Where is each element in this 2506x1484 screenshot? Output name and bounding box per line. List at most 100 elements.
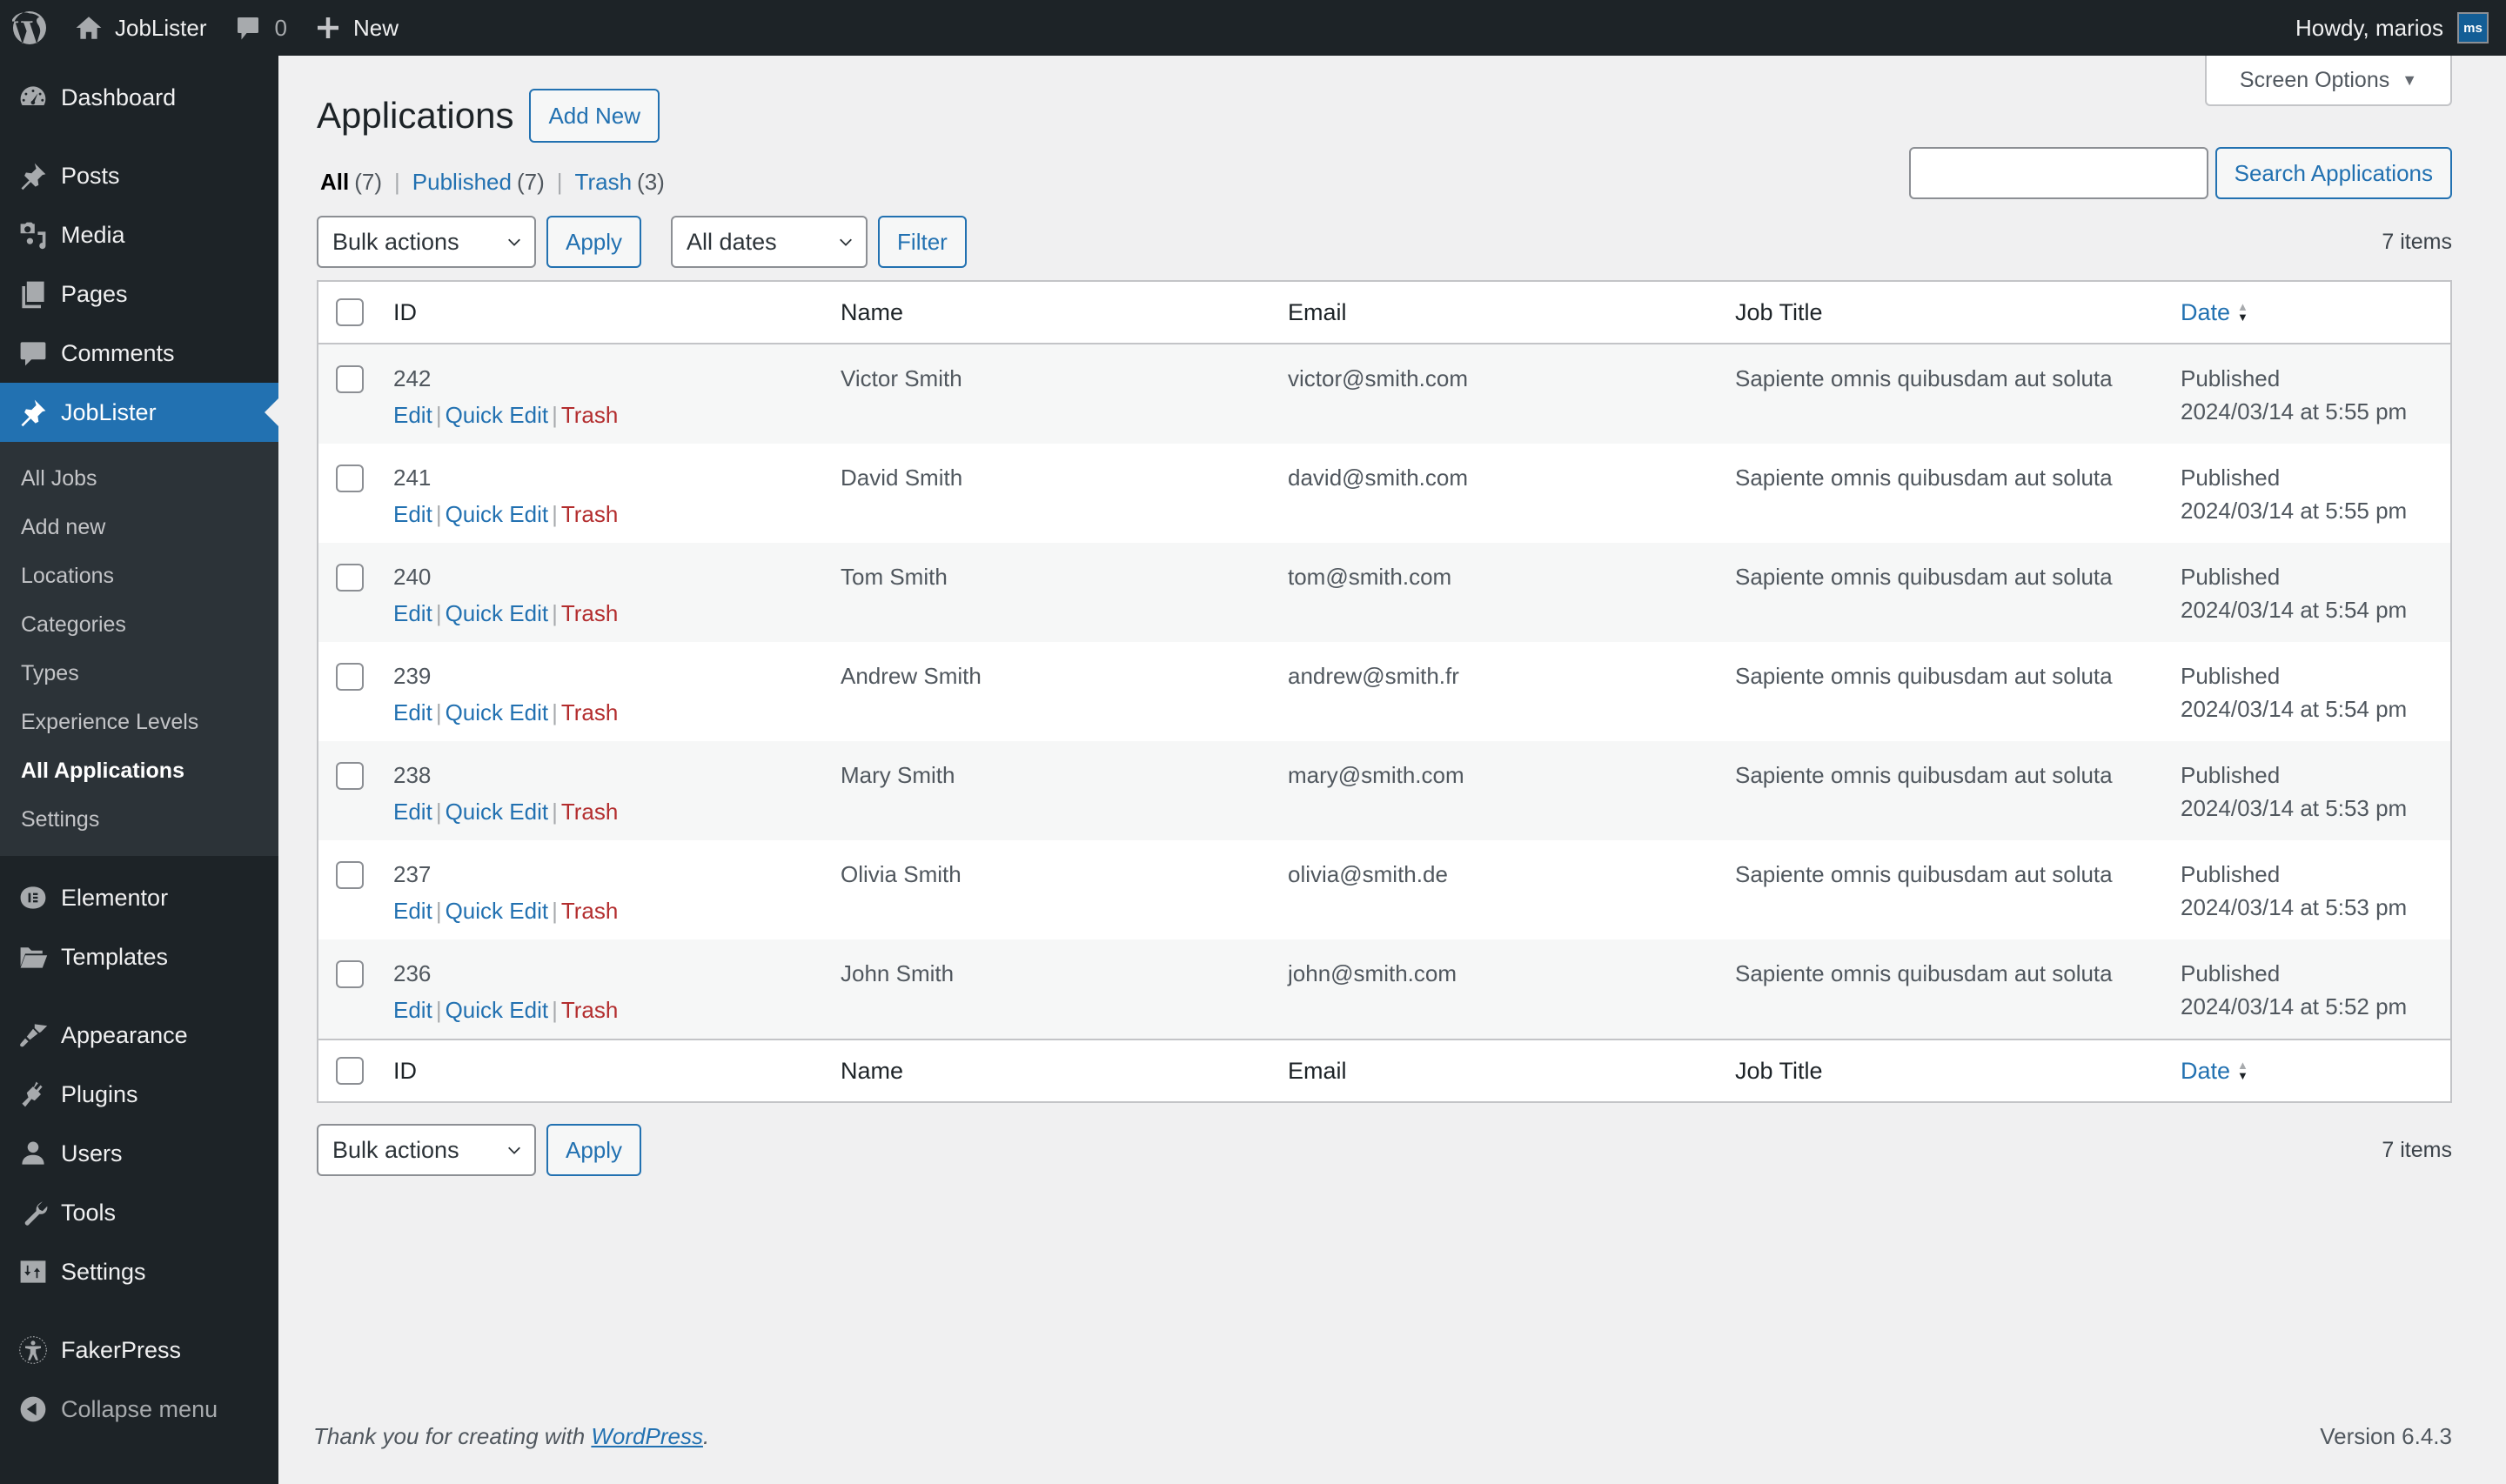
new-content-button[interactable]: New — [301, 0, 412, 56]
column-header-id: ID — [393, 298, 417, 325]
sidebar-item-users[interactable]: Users — [0, 1124, 278, 1183]
sidebar-item-posts[interactable]: Posts — [0, 146, 278, 205]
cell-name: Olivia Smith — [841, 861, 962, 887]
comment-icon — [16, 336, 50, 371]
sidebar-item-settings[interactable]: Settings — [0, 1242, 278, 1301]
admin-footer: Thank you for creating with WordPress. V… — [313, 1423, 2452, 1450]
wordpress-link[interactable]: WordPress — [591, 1423, 703, 1449]
submenu-all-jobs[interactable]: All Jobs — [0, 454, 278, 503]
quick-edit-link[interactable]: Quick Edit — [446, 600, 549, 626]
sidebar-item-pages[interactable]: Pages — [0, 264, 278, 324]
wordpress-logo-button[interactable] — [0, 0, 61, 56]
bulk-actions-select[interactable]: Bulk actions — [317, 216, 536, 268]
add-new-button[interactable]: Add New — [529, 89, 660, 143]
post-date: 2024/03/14 at 5:53 pm — [2181, 795, 2408, 821]
row-actions: Edit | Quick Edit | Trash — [393, 402, 619, 428]
bulk-actions-select-bottom[interactable]: Bulk actions — [317, 1124, 536, 1176]
submenu-all-applications[interactable]: All Applications — [0, 746, 278, 795]
submenu-add-new[interactable]: Add new — [0, 503, 278, 551]
cell-id: 242 Edit | Quick Edit | Trash — [393, 362, 841, 431]
sidebar-item-elementor[interactable]: Elementor — [0, 868, 278, 927]
trash-link[interactable]: Trash — [561, 997, 619, 1023]
edit-link[interactable]: Edit — [393, 799, 432, 825]
my-account-menu[interactable]: Howdy, marios ms — [2282, 0, 2506, 56]
view-trash[interactable]: Trash — [575, 169, 633, 196]
view-all[interactable]: All — [320, 169, 349, 196]
plus-icon — [317, 17, 338, 38]
sidebar-item-comments[interactable]: Comments — [0, 324, 278, 383]
sort-icon: ▲ ▼ — [2237, 1059, 2248, 1082]
column-footer-name: Name — [841, 1057, 904, 1084]
row-checkbox[interactable] — [336, 465, 364, 492]
quick-edit-link[interactable]: Quick Edit — [446, 898, 549, 924]
edit-link[interactable]: Edit — [393, 699, 432, 725]
post-date: 2024/03/14 at 5:55 pm — [2181, 498, 2408, 524]
pages-icon — [16, 277, 50, 311]
dates-filter-select[interactable]: All dates — [671, 216, 868, 268]
application-id: 242 — [393, 365, 432, 391]
trash-link[interactable]: Trash — [561, 402, 619, 428]
select-all-checkbox-footer[interactable] — [336, 1057, 364, 1085]
row-checkbox[interactable] — [336, 861, 364, 889]
submenu-categories[interactable]: Categories — [0, 600, 278, 649]
cell-job-title: Sapiente omnis quibusdam aut soluta — [1735, 762, 2113, 788]
submenu-experience-levels[interactable]: Experience Levels — [0, 698, 278, 746]
row-checkbox[interactable] — [336, 960, 364, 988]
column-header-date[interactable]: Date ▲ ▼ — [2181, 299, 2450, 326]
sidebar-item-appearance[interactable]: Appearance — [0, 1006, 278, 1065]
status-views: All (7) | Published (7) | Trash (3) — [320, 169, 665, 196]
trash-link[interactable]: Trash — [561, 898, 619, 924]
edit-link[interactable]: Edit — [393, 402, 432, 428]
sidebar-item-fakerpress[interactable]: FakerPress — [0, 1320, 278, 1380]
sidebar-item-dashboard[interactable]: Dashboard — [0, 68, 278, 127]
trash-link[interactable]: Trash — [561, 799, 619, 825]
cell-email: andrew@smith.fr — [1288, 663, 1459, 689]
trash-link[interactable]: Trash — [561, 600, 619, 626]
row-checkbox[interactable] — [336, 762, 364, 790]
view-published[interactable]: Published — [412, 169, 512, 196]
edit-link[interactable]: Edit — [393, 600, 432, 626]
caret-down-icon: ▼ — [2402, 70, 2418, 89]
quick-edit-link[interactable]: Quick Edit — [446, 402, 549, 428]
quick-edit-link[interactable]: Quick Edit — [446, 699, 549, 725]
sidebar-item-media[interactable]: Media — [0, 205, 278, 264]
row-checkbox[interactable] — [336, 564, 364, 592]
quick-edit-link[interactable]: Quick Edit — [446, 799, 549, 825]
sidebar-item-joblister[interactable]: JobLister — [0, 383, 278, 442]
collapse-menu-button[interactable]: Collapse menu — [0, 1380, 278, 1439]
sidebar-item-plugins[interactable]: Plugins — [0, 1065, 278, 1124]
column-footer-date[interactable]: Date ▲ ▼ — [2181, 1058, 2450, 1085]
quick-edit-link[interactable]: Quick Edit — [446, 997, 549, 1023]
cell-date: Published 2024/03/14 at 5:55 pm — [2181, 362, 2450, 428]
edit-link[interactable]: Edit — [393, 898, 432, 924]
cell-job-title: Sapiente omnis quibusdam aut soluta — [1735, 861, 2113, 887]
cell-job-title: Sapiente omnis quibusdam aut soluta — [1735, 663, 2113, 689]
submenu-locations[interactable]: Locations — [0, 551, 278, 600]
sidebar-item-tools[interactable]: Tools — [0, 1183, 278, 1242]
apply-button-bottom[interactable]: Apply — [546, 1124, 642, 1176]
table-body: 242 Edit | Quick Edit | Trash Victor Smith v… — [318, 344, 2450, 1039]
comments-link[interactable]: 0 — [221, 0, 301, 56]
trash-link[interactable]: Trash — [561, 699, 619, 725]
edit-link[interactable]: Edit — [393, 997, 432, 1023]
filter-button[interactable]: Filter — [878, 216, 967, 268]
cell-id: 239 Edit | Quick Edit | Trash — [393, 659, 841, 729]
row-actions: Edit | Quick Edit | Trash — [393, 997, 619, 1023]
sidebar-item-templates[interactable]: Templates — [0, 927, 278, 986]
row-checkbox[interactable] — [336, 365, 364, 393]
applications-table: ID Name Email Job Title Date ▲ ▼ 242 Edit… — [317, 280, 2452, 1103]
apply-button[interactable]: Apply — [546, 216, 642, 268]
submenu-settings[interactable]: Settings — [0, 795, 278, 844]
screen-options-button[interactable]: Screen Options ▼ — [2205, 56, 2452, 106]
search-input[interactable] — [1908, 147, 2208, 199]
trash-link[interactable]: Trash — [561, 501, 619, 527]
sidebar-label: Templates — [61, 943, 169, 970]
site-name-link[interactable]: JobLister — [61, 0, 221, 56]
quick-edit-link[interactable]: Quick Edit — [446, 501, 549, 527]
submenu-types[interactable]: Types — [0, 649, 278, 698]
search-applications-button[interactable]: Search Applications — [2215, 147, 2452, 199]
elementor-icon — [16, 880, 50, 915]
edit-link[interactable]: Edit — [393, 501, 432, 527]
select-all-checkbox[interactable] — [336, 298, 364, 326]
row-checkbox[interactable] — [336, 663, 364, 691]
